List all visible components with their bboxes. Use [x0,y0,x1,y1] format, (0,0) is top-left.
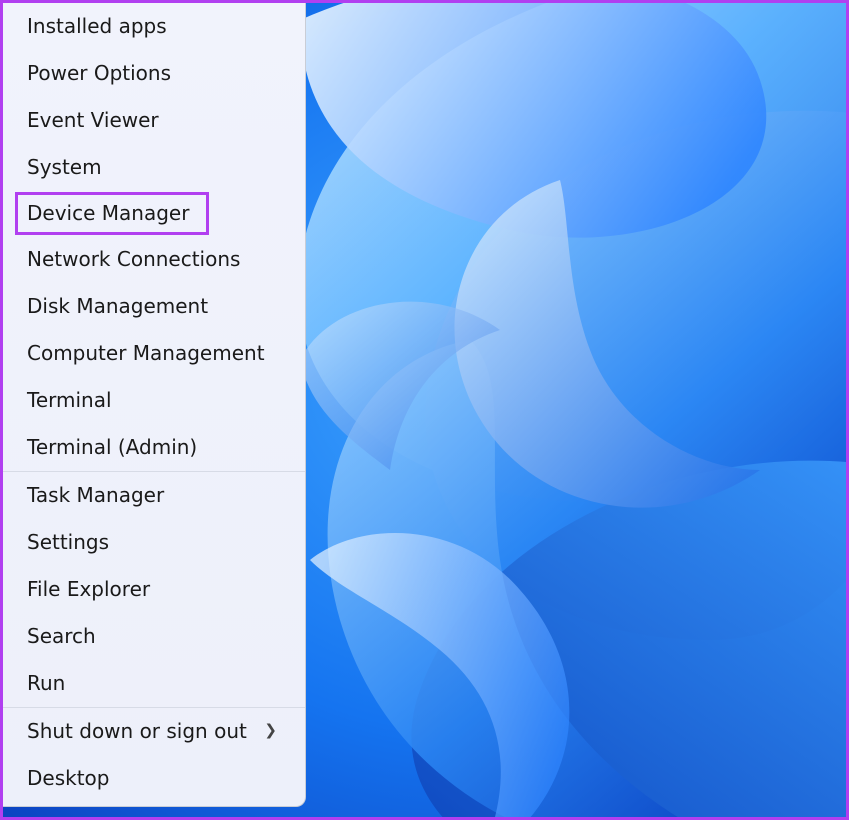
menu-item-label: Installed apps [27,13,167,39]
menu-item-desktop[interactable]: Desktop [3,755,305,802]
menu-item-label: Desktop [27,765,109,791]
menu-item-system[interactable]: System [3,144,305,191]
menu-item-label: Computer Management [27,340,265,366]
menu-item-installed-apps[interactable]: Installed apps [3,3,305,50]
menu-item-terminal[interactable]: Terminal [3,377,305,424]
menu-item-label: Power Options [27,60,171,86]
menu-item-network-connections[interactable]: Network Connections [3,236,305,283]
menu-item-run[interactable]: Run [3,660,305,707]
menu-item-shut-down[interactable]: Shut down or sign out ❯ [3,708,305,755]
menu-item-terminal-admin[interactable]: Terminal (Admin) [3,424,305,471]
menu-item-device-manager[interactable]: Device Manager [3,191,305,236]
menu-item-label: Shut down or sign out [27,718,247,744]
menu-item-event-viewer[interactable]: Event Viewer [3,97,305,144]
winx-power-menu: Installed apps Power Options Event Viewe… [3,3,306,807]
menu-item-label: System [27,154,102,180]
menu-item-label: Terminal (Admin) [27,434,197,460]
menu-item-search[interactable]: Search [3,613,305,660]
menu-item-label: Event Viewer [27,107,159,133]
menu-item-label: Device Manager [27,200,189,226]
menu-item-label: Settings [27,529,109,555]
menu-item-label: Run [27,670,65,696]
menu-item-label: Disk Management [27,293,208,319]
menu-item-task-manager[interactable]: Task Manager [3,472,305,519]
menu-item-power-options[interactable]: Power Options [3,50,305,97]
menu-item-label: File Explorer [27,576,150,602]
menu-item-settings[interactable]: Settings [3,519,305,566]
menu-item-computer-management[interactable]: Computer Management [3,330,305,377]
menu-item-label: Search [27,623,96,649]
menu-item-label: Terminal [27,387,112,413]
chevron-right-icon: ❯ [264,721,277,741]
menu-item-label: Task Manager [27,482,164,508]
menu-item-label: Network Connections [27,246,240,272]
menu-item-disk-management[interactable]: Disk Management [3,283,305,330]
menu-item-file-explorer[interactable]: File Explorer [3,566,305,613]
